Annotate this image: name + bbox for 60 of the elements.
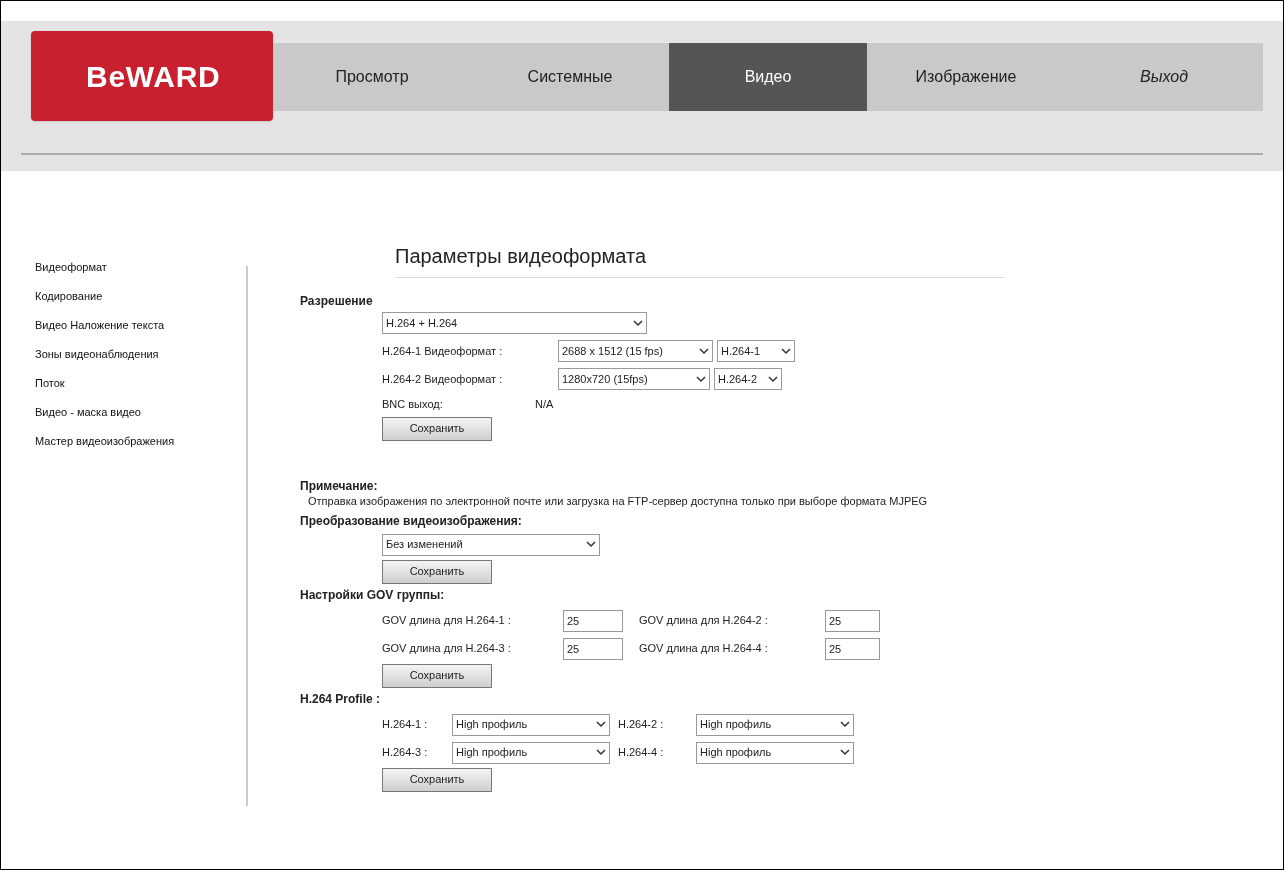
dropdown[interactable]: H.264-2 <box>714 368 782 390</box>
save-button[interactable]: Сохранить <box>382 559 492 584</box>
sidebar-link[interactable]: Видео Наложение текста <box>35 319 246 332</box>
field-label: H.264-2 : <box>618 717 665 733</box>
dropdown[interactable]: H.264-1 <box>717 340 795 362</box>
dropdown[interactable]: H.264 + H.264 <box>382 312 647 334</box>
input-field[interactable]: 25 <box>563 609 623 632</box>
chevron-down-icon <box>699 347 709 355</box>
field-label: BNC выход: <box>382 397 444 412</box>
save-button[interactable]: Сохранить <box>382 767 492 792</box>
field-label: H.264-1 : <box>382 717 429 733</box>
section-heading: H.264 Profile : <box>300 690 382 708</box>
save-button[interactable]: Сохранить <box>382 663 492 688</box>
section-heading: Разрешение <box>300 293 374 310</box>
sidebar-link[interactable]: Мастер видеоизображения <box>35 435 246 448</box>
chevron-down-icon <box>633 319 643 327</box>
sidebar-link[interactable]: Зоны видеонаблюдения <box>35 348 246 361</box>
field-label: H.264-3 : <box>382 745 429 761</box>
nav-tab[interactable]: Видео <box>669 43 867 111</box>
logo-text: BeWARD <box>86 58 221 95</box>
sidebar-link[interactable]: Поток <box>35 377 246 390</box>
sidebar-link[interactable]: Кодирование <box>35 290 246 303</box>
field-label: GOV длина для H.264-2 : <box>639 613 769 629</box>
nav-tab[interactable]: Изображение <box>867 43 1065 111</box>
dropdown[interactable]: Без изменений <box>382 533 600 556</box>
save-button[interactable]: Сохранить <box>382 416 492 441</box>
chevron-down-icon <box>596 721 606 728</box>
section-heading: Настройки GOV группы: <box>300 586 446 604</box>
field-label: H.264-1 Видеоформат : <box>382 343 504 359</box>
sidebar-link[interactable]: Видео - маска видео <box>35 406 246 419</box>
section-heading: Примечание: <box>300 477 379 495</box>
dropdown[interactable]: High профиль <box>696 741 854 764</box>
chevron-down-icon <box>596 749 606 756</box>
nav-tab[interactable]: Системные <box>471 43 669 111</box>
chevron-down-icon <box>768 375 778 383</box>
field-label: H.264-2 Видеоформат : <box>382 371 504 387</box>
chevron-down-icon <box>840 749 850 756</box>
dropdown[interactable]: 1280x720 (15fps) <box>558 368 710 390</box>
dropdown[interactable]: High профиль <box>452 713 610 736</box>
chevron-down-icon <box>840 721 850 728</box>
chevron-down-icon <box>696 375 706 383</box>
section-heading: Преобразование видеоизображения: <box>300 512 523 530</box>
input-field[interactable]: 25 <box>825 609 880 632</box>
field-label: GOV длина для H.264-1 : <box>382 613 512 629</box>
field-label: GOV длина для H.264-4 : <box>639 641 769 657</box>
input-field[interactable]: 25 <box>825 637 880 660</box>
note-text: Отправка изображения по электронной почте или загрузка на FTP-сервер доступна только при выборе формата MJPEG <box>308 494 929 508</box>
nav-tab[interactable]: Выход <box>1065 43 1263 111</box>
input-field[interactable]: 25 <box>563 637 623 660</box>
page-title: Параметры видеоформата <box>395 241 1005 278</box>
field-label: H.264-4 : <box>618 745 665 761</box>
dropdown[interactable]: High профиль <box>452 741 610 764</box>
field-value: N/A <box>535 397 554 412</box>
chevron-down-icon <box>586 541 596 548</box>
chevron-down-icon <box>781 347 791 355</box>
sidebar-link[interactable]: Видеоформат <box>35 261 246 274</box>
dropdown[interactable]: High профиль <box>696 713 854 736</box>
dropdown[interactable]: 2688 x 1512 (15 fps) <box>558 340 713 362</box>
nav-tab[interactable]: Просмотр <box>273 43 471 111</box>
field-label: GOV длина для H.264-3 : <box>382 641 512 657</box>
